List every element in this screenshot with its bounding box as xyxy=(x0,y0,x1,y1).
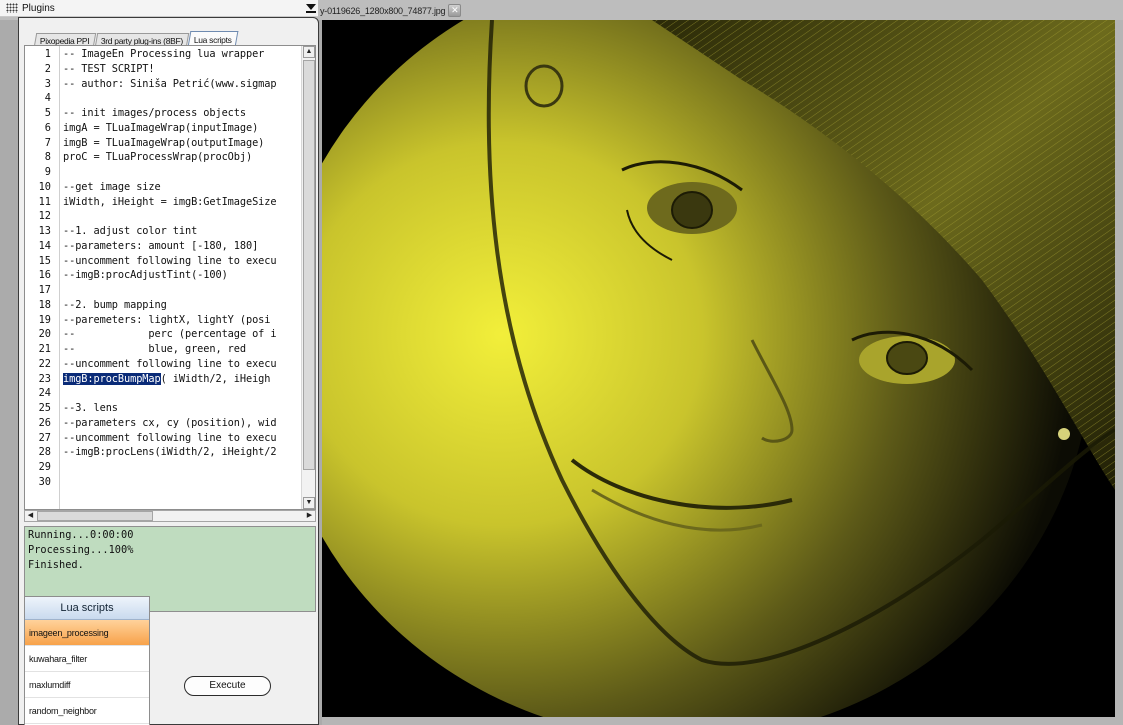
line-number: 20 xyxy=(38,328,51,341)
line-number: 15 xyxy=(38,254,51,267)
arrow-down-icon[interactable]: ▼ xyxy=(303,497,315,509)
line-number: 1 xyxy=(44,48,51,60)
vertical-scroll-thumb[interactable] xyxy=(303,60,315,470)
line-number: 13 xyxy=(38,225,51,237)
code-editor[interactable]: 1 2 3 4 5 6 7 8 9 10 11 12 13 14 15 16 17 18 19 20 21 22 23 24 2… xyxy=(24,45,316,510)
document-tab[interactable]: y-0119626_1280x800_74877.jpg ✕ xyxy=(320,2,462,19)
code-line[interactable]: --uncomment following line to execu xyxy=(63,254,277,269)
line-number: 26 xyxy=(38,416,51,429)
line-number: 6 xyxy=(44,121,51,134)
arrow-right-icon[interactable]: ▶ xyxy=(304,511,315,521)
line-number-gutter: 1 2 3 4 5 6 7 8 9 10 11 12 13 14 15 16 17 18 19 20 21 22 23 24 2… xyxy=(25,46,60,509)
code-line[interactable]: --imgB:procLens(iWidth/2, iHeight/2 xyxy=(63,445,277,460)
plugins-panel: Pixopedia PPI 3rd party plug-ins (8BF) L… xyxy=(18,17,319,725)
line-number: 25 xyxy=(38,402,51,414)
code-line[interactable]: imgB:procBumpMap( iWidth/2, iHeigh xyxy=(63,372,270,387)
line-number: 10 xyxy=(38,180,51,193)
line-number: 3 xyxy=(44,77,51,90)
line-number: 17 xyxy=(38,284,51,296)
code-text-area[interactable]: -- ImageEn Processing lua wrapper -- TEST… xyxy=(61,46,300,509)
line-number: 18 xyxy=(38,298,51,311)
image-viewer[interactable] xyxy=(322,20,1115,717)
script-item-maxlumdiff[interactable]: maxlumdiff xyxy=(25,672,149,698)
line-number: 11 xyxy=(38,195,51,208)
viewer-bottom-margin xyxy=(322,717,1123,725)
line-number: 14 xyxy=(38,239,51,252)
code-line[interactable]: proC = TLuaProcessWrap(procObj) xyxy=(63,150,252,165)
script-item-random-neighbor[interactable]: random_neighbor xyxy=(25,698,149,724)
code-line[interactable]: imgA = TLuaImageWrap(inputImage) xyxy=(63,121,258,136)
line-number: 5 xyxy=(44,107,51,119)
horizontal-scroll-thumb[interactable] xyxy=(37,511,153,521)
line-number: 4 xyxy=(44,92,51,105)
code-line[interactable]: --parameters cx, cy (position), wid xyxy=(63,416,277,431)
code-line[interactable]: -- ImageEn Processing lua wrapper xyxy=(63,47,264,62)
grip-icon[interactable] xyxy=(6,3,18,13)
line-number: 29 xyxy=(38,461,51,473)
code-line[interactable]: --get image size xyxy=(63,180,161,195)
code-line[interactable]: -- author: Siniša Petrić(www.sigmap xyxy=(63,77,277,92)
plugins-panel-header: Plugins xyxy=(0,0,318,17)
line-number: 2 xyxy=(44,62,51,75)
selected-text[interactable]: imgB:procBumpMap xyxy=(63,372,161,385)
line-number: 7 xyxy=(44,136,51,149)
script-list-header: Lua scripts xyxy=(25,597,149,620)
line-number: 21 xyxy=(38,343,51,355)
code-line[interactable]: iWidth, iHeight = imgB:GetImageSize xyxy=(63,195,277,210)
line-number: 24 xyxy=(38,387,51,400)
console-line: Processing...100% xyxy=(28,544,134,556)
line-number: 8 xyxy=(44,151,51,164)
vertical-scrollbar[interactable]: ▲ ▼ xyxy=(301,46,315,509)
code-line[interactable]: --uncomment following line to execu xyxy=(63,357,277,372)
execute-button[interactable]: Execute xyxy=(184,676,271,696)
viewer-scroll-margin xyxy=(1115,20,1123,725)
line-number: 27 xyxy=(38,431,51,444)
code-line[interactable]: -- blue, green, red xyxy=(63,342,246,357)
lua-scripts-list: Lua scripts imageen_processing kuwahara_… xyxy=(24,596,150,725)
code-line[interactable]: -- init images/process objects xyxy=(63,106,246,121)
pin-icon[interactable] xyxy=(305,1,317,15)
horizontal-scrollbar[interactable]: ◀ ▶ xyxy=(24,510,316,522)
line-number: 9 xyxy=(44,166,51,178)
script-item-kuwahara-filter[interactable]: kuwahara_filter xyxy=(25,646,149,672)
script-item-imageen-processing[interactable]: imageen_processing xyxy=(25,620,149,646)
arrow-left-icon[interactable]: ◀ xyxy=(25,511,36,521)
line-number: 30 xyxy=(38,475,51,488)
line-number: 23 xyxy=(38,372,51,385)
code-line[interactable]: --paremeters: lightX, lightY (posi xyxy=(63,313,270,328)
panel-title: Plugins xyxy=(22,2,55,14)
code-line[interactable]: -- perc (percentage of i xyxy=(63,327,277,342)
line-number: 16 xyxy=(38,269,51,282)
line-number: 28 xyxy=(38,446,51,459)
code-line[interactable]: --3. lens xyxy=(63,401,118,416)
console-line: Running...0:00:00 xyxy=(28,529,134,541)
code-line[interactable]: --parameters: amount [-180, 180] xyxy=(63,239,258,254)
code-line[interactable]: imgB = TLuaImageWrap(outputImage) xyxy=(63,136,264,151)
code-line[interactable]: --2. bump mapping xyxy=(63,298,167,313)
arrow-up-icon[interactable]: ▲ xyxy=(303,46,315,58)
code-line[interactable]: -- TEST SCRIPT! xyxy=(63,62,155,77)
console-line: Finished. xyxy=(28,559,84,571)
code-line[interactable]: --uncomment following line to execu xyxy=(63,431,277,446)
code-line[interactable]: --1. adjust color tint xyxy=(63,224,197,239)
document-tab-label[interactable]: y-0119626_1280x800_74877.jpg xyxy=(320,6,446,16)
line-number: 22 xyxy=(38,357,51,370)
line-number: 12 xyxy=(38,210,51,223)
code-line[interactable]: --imgB:procAdjustTint(-100) xyxy=(63,268,228,283)
line-number: 19 xyxy=(38,313,51,326)
app-window: Plugins y-0119626_1280x800_74877.jpg ✕ P… xyxy=(0,0,1123,725)
close-icon[interactable]: ✕ xyxy=(448,4,462,17)
processed-image xyxy=(322,20,1115,717)
